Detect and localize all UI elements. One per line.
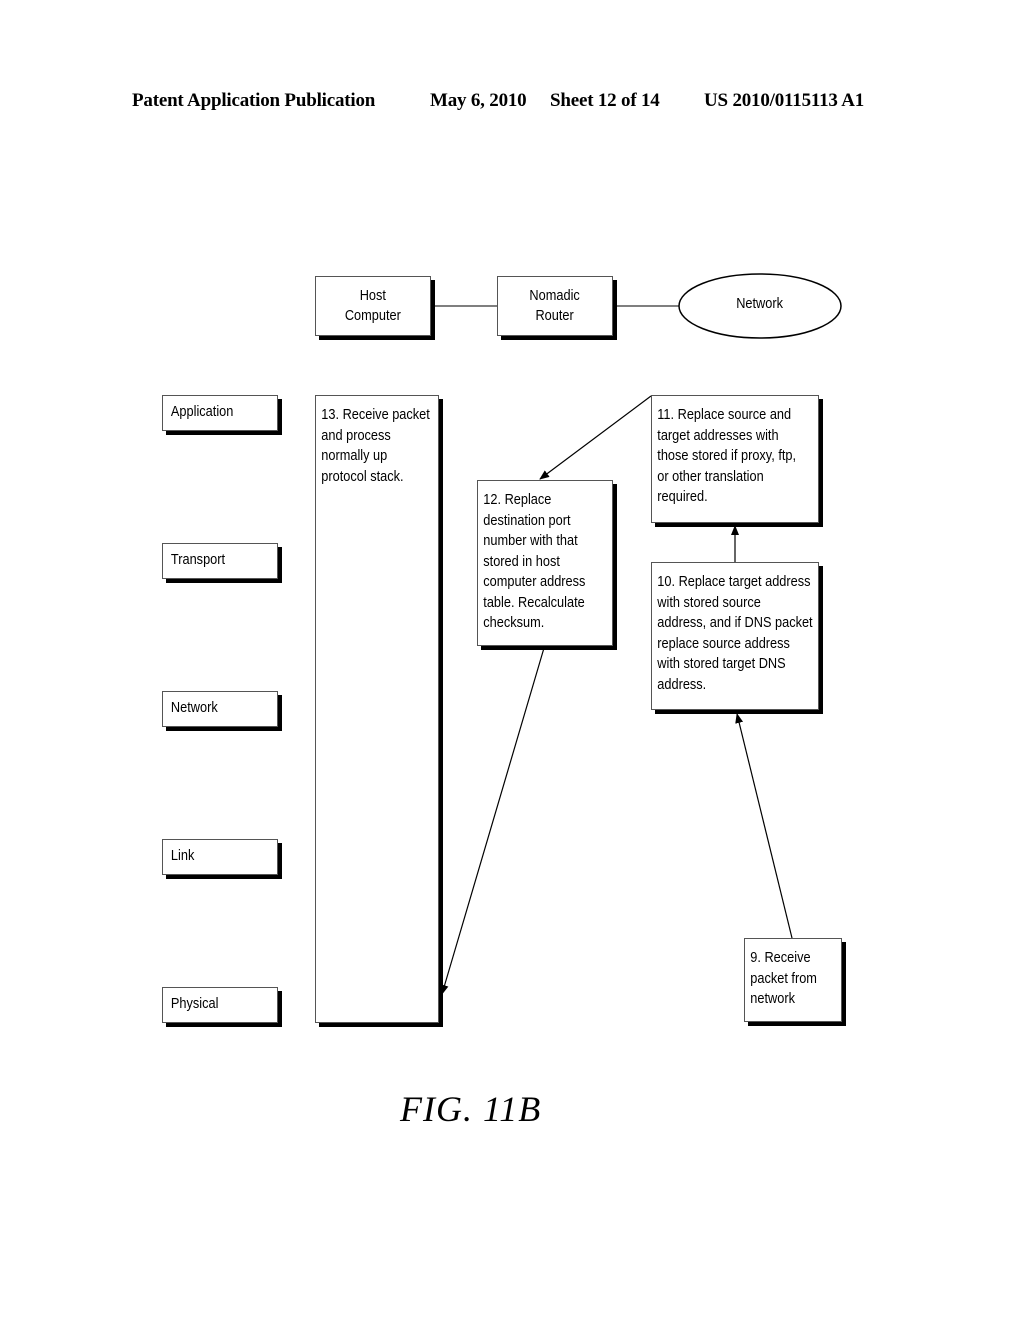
step-text-line: with stored target DNS — [657, 656, 786, 672]
arrow-11-to-12 — [539, 395, 652, 480]
step-text-line: packet from — [750, 970, 817, 987]
step-text-line: address. — [657, 676, 707, 693]
step-text-line: number with that — [483, 533, 578, 549]
step-text-line: protocol stack. — [321, 468, 404, 485]
layer-label: Transport — [170, 552, 226, 568]
router-label-line: Router — [535, 308, 575, 324]
step-10-box: 10. Replace target address with stored s… — [651, 562, 819, 710]
arrow-12-to-13 — [440, 647, 545, 995]
step-text-line: those stored if proxy, ftp, — [657, 448, 797, 464]
step-11-box: 11. Replace source and target addresses … — [651, 395, 819, 523]
step-text-line: replace source address — [657, 635, 790, 652]
layer-label: Physical — [170, 996, 219, 1012]
step-text-line: normally up — [321, 448, 388, 464]
step-text-line: destination port — [483, 512, 571, 529]
layer-transport: Transport — [162, 543, 278, 579]
step-text-line: with stored source — [657, 594, 761, 611]
figure-label: FIG. 11B — [400, 1089, 542, 1129]
step-text-line: 12. Replace — [483, 492, 552, 508]
step-text-line: table. Recalculate — [483, 594, 585, 611]
step-text-line: 13. Receive packet — [321, 407, 430, 423]
step-text-line: 9. Receive — [750, 950, 811, 966]
nomadic-router-node: Nomadic Router — [497, 276, 613, 336]
arrow-9-to-10 — [735, 713, 793, 939]
step-9-box: 9. Receive packet from network — [744, 938, 842, 1022]
step-text-line: address, and if DNS packet — [657, 615, 813, 631]
step-13-box: 13. Receive packet and process normally … — [315, 395, 439, 1023]
step-text-line: network — [750, 991, 795, 1007]
step-text-line: or other translation — [657, 468, 764, 485]
step-12-box: 12. Replace destination port number with… — [477, 480, 613, 646]
layer-physical: Physical — [162, 987, 278, 1023]
step-text-line: stored in host — [483, 553, 560, 570]
step-text-line: 11. Replace source and — [657, 407, 792, 423]
step-text-line: target addresses with — [657, 427, 779, 444]
host-computer-node: Host Computer — [315, 276, 431, 336]
network-label: Network — [736, 296, 784, 312]
step-text-line: checksum. — [483, 615, 545, 631]
layer-label: Network — [170, 700, 218, 716]
layer-network: Network — [162, 691, 278, 727]
router-label-line: Nomadic — [529, 288, 581, 304]
host-label-line: Computer — [344, 308, 402, 324]
layer-application: Application — [162, 395, 278, 431]
network-node-label: Network — [680, 296, 840, 312]
layer-link: Link — [162, 839, 278, 875]
step-text-line: 10. Replace target address — [657, 574, 811, 590]
step-text-line: computer address — [483, 574, 586, 590]
layer-label: Application — [170, 404, 234, 420]
step-text-line: and process — [321, 427, 391, 444]
host-label-line: Host — [359, 288, 387, 304]
layer-label: Link — [170, 848, 195, 864]
step-text-line: required. — [657, 489, 708, 505]
